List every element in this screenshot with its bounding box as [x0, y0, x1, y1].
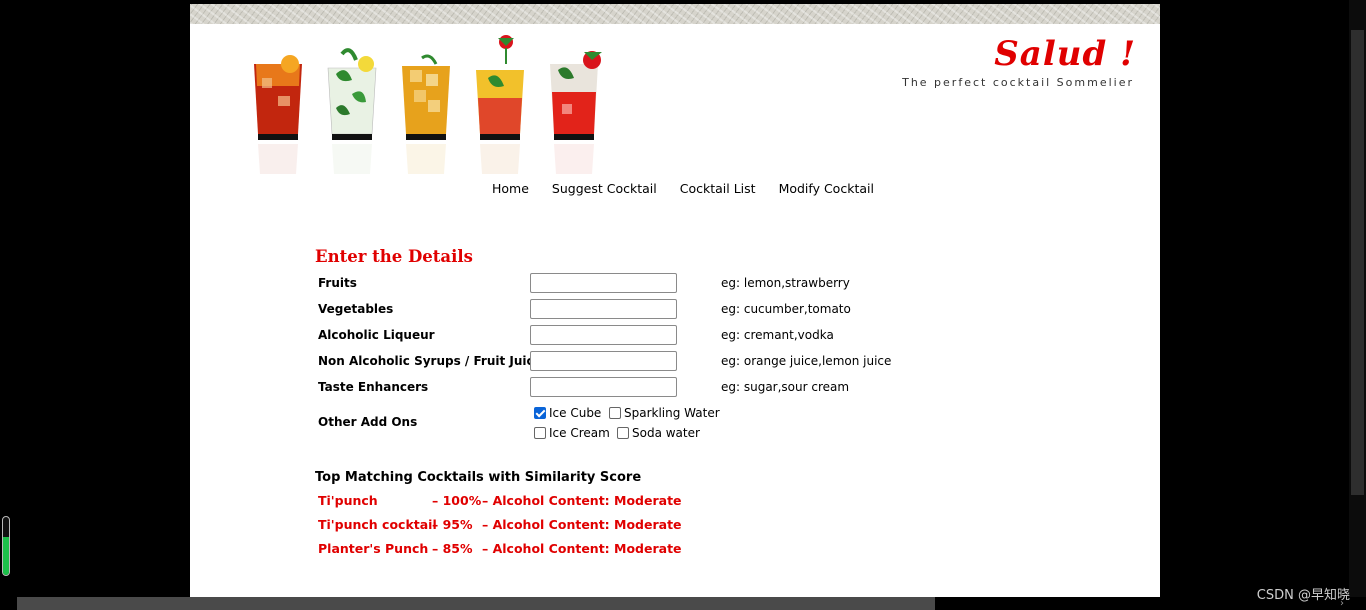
nav-link-cocktail-list[interactable]: Cocktail List: [680, 181, 756, 196]
form-heading: Enter the Details: [315, 247, 473, 266]
checkbox-box[interactable]: [609, 407, 621, 419]
checkbox-box[interactable]: [617, 427, 629, 439]
vertical-scrollbar-thumb[interactable]: [1351, 30, 1364, 495]
result-score: – 100%: [432, 493, 482, 508]
result-score: – 85%: [432, 541, 473, 556]
nav-link-suggest-cocktail[interactable]: Suggest Cocktail: [552, 181, 657, 196]
field-hint: eg: lemon,strawberry: [721, 276, 850, 290]
form-row-fruits: Fruits eg: lemon,strawberry: [318, 273, 1018, 295]
marble-header-strip: [190, 4, 1160, 24]
checkbox-label: Sparkling Water: [624, 406, 720, 420]
taste-enhancers-input[interactable]: [530, 377, 677, 397]
form-row-alcoholic-liqueur: Alcoholic Liqueur eg: cremant,vodka: [318, 325, 1018, 347]
result-name: Ti'punch: [318, 493, 378, 508]
checkbox-label: Ice Cream: [549, 426, 610, 440]
result-score: – 95%: [432, 517, 473, 532]
field-label: Taste Enhancers: [318, 380, 429, 394]
result-alcohol-content: – Alcohol Content: Moderate: [482, 541, 682, 556]
page-container: Salud ! The perfect cocktail Sommelier H…: [190, 4, 1160, 597]
cocktail-glass-image: [402, 54, 450, 174]
field-hint: eg: cremant,vodka: [721, 328, 834, 342]
cocktail-glass-image: [476, 35, 524, 174]
nav-link-modify-cocktail[interactable]: Modify Cocktail: [779, 181, 874, 196]
addon-ice-cube-checkbox[interactable]: Ice Cube: [534, 406, 601, 420]
brand-tagline: The perfect cocktail Sommelier: [902, 76, 1134, 89]
form-row-taste-enhancers: Taste Enhancers eg: sugar,sour cream: [318, 377, 1018, 399]
horizontal-scrollbar-thumb[interactable]: [17, 597, 935, 610]
cocktail-glasses-banner: [248, 34, 638, 174]
cocktail-glass-image: [550, 51, 602, 174]
cocktail-glass-image: [327, 48, 377, 174]
syrups-juices-input[interactable]: [530, 351, 677, 371]
level-indicator-fill: [3, 537, 9, 575]
field-hint: eg: orange juice,lemon juice: [721, 354, 892, 368]
result-name: Planter's Punch: [318, 541, 429, 556]
vegetables-input[interactable]: [530, 299, 677, 319]
level-indicator: [2, 516, 10, 576]
field-label: Alcoholic Liqueur: [318, 328, 435, 342]
form-row-syrups-juices: Non Alcoholic Syrups / Fruit Juices eg: …: [318, 351, 1018, 373]
checkbox-box[interactable]: [534, 427, 546, 439]
alcoholic-liqueur-input[interactable]: [530, 325, 677, 345]
addon-sparkling-water-checkbox[interactable]: Sparkling Water: [609, 406, 720, 420]
checkbox-box[interactable]: [534, 407, 546, 419]
results-heading: Top Matching Cocktails with Similarity S…: [315, 470, 642, 485]
fruits-input[interactable]: [530, 273, 677, 293]
addon-soda-water-checkbox[interactable]: Soda water: [617, 426, 700, 440]
field-hint: eg: cucumber,tomato: [721, 302, 851, 316]
field-label: Non Alcoholic Syrups / Fruit Juices: [318, 354, 549, 368]
checkbox-label: Soda water: [632, 426, 700, 440]
result-name: Ti'punch cocktail: [318, 517, 437, 532]
addons-label: Other Add Ons: [318, 415, 418, 429]
checkbox-label: Ice Cube: [549, 406, 602, 420]
cocktail-glass-image: [254, 55, 302, 174]
watermark-text: CSDN @早知晓: [1256, 588, 1350, 603]
form-row-vegetables: Vegetables eg: cucumber,tomato: [318, 299, 1018, 321]
result-alcohol-content: – Alcohol Content: Moderate: [482, 517, 682, 532]
field-hint: eg: sugar,sour cream: [721, 380, 850, 394]
addon-ice-cream-checkbox[interactable]: Ice Cream: [534, 426, 610, 440]
horizontal-scrollbar[interactable]: ›: [0, 597, 1366, 610]
result-alcohol-content: – Alcohol Content: Moderate: [482, 493, 682, 508]
field-label: Vegetables: [318, 302, 394, 316]
main-nav: Home Suggest Cocktail Cocktail List Modi…: [492, 181, 874, 196]
nav-link-home[interactable]: Home: [492, 181, 529, 196]
vertical-scrollbar[interactable]: [1349, 0, 1366, 597]
brand-title: Salud !: [994, 34, 1136, 74]
field-label: Fruits: [318, 276, 357, 290]
